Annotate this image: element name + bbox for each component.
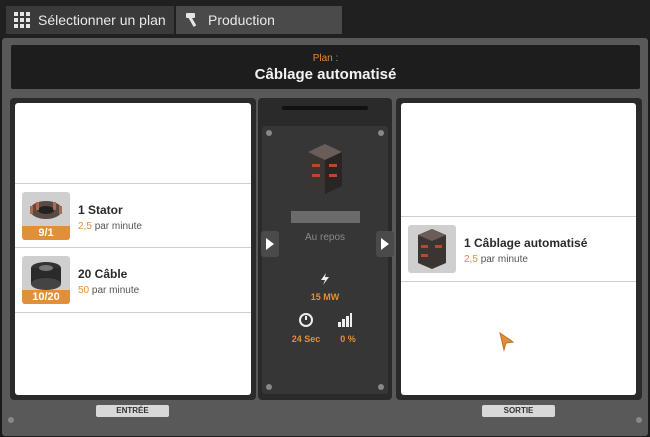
power-icon: [320, 272, 330, 285]
tab-bar: Sélectionner un plan Production: [0, 0, 650, 38]
tab-label: Sélectionner un plan: [38, 12, 166, 28]
output-label: SORTIE: [482, 405, 555, 417]
tab-production[interactable]: Production: [176, 6, 342, 34]
output-rate: 2,5 par minute: [464, 254, 528, 265]
output-item[interactable]: 1 Câblage automatisé 2,5 par minute: [401, 216, 636, 282]
clock-icon: [299, 313, 313, 327]
inventory-badge: 9/1: [22, 226, 70, 240]
power-value: 15 MW: [310, 292, 340, 302]
tab-select-plan[interactable]: Sélectionner un plan: [6, 6, 174, 34]
input-name: 20 Câble: [78, 267, 128, 281]
output-panel: 1 Câblage automatisé 2,5 par minute: [401, 103, 636, 395]
automated-wiring-icon: [408, 225, 456, 273]
inventory-badge: 10/20: [22, 290, 70, 304]
stator-icon: 9/1: [22, 192, 70, 240]
screw: [378, 130, 384, 136]
divider: [282, 106, 368, 110]
input-label: ENTRÉE: [96, 405, 169, 417]
plan-label: Plan :: [312, 53, 339, 64]
hammer-icon: [184, 12, 200, 28]
plan-header: Plan : Câblage automatisé: [11, 45, 640, 89]
input-arrow-icon: [261, 231, 279, 257]
screw: [266, 130, 272, 136]
machine-product-icon: [300, 140, 350, 198]
tab-label: Production: [208, 12, 275, 28]
screw: [378, 384, 384, 390]
cycle-time: 24 Sec: [291, 334, 321, 344]
input-item[interactable]: 10/20 20 Câble 50 par minute: [15, 247, 251, 313]
screw: [8, 417, 14, 423]
input-name: 1 Stator: [78, 203, 123, 217]
plan-title: Câblage automatisé: [254, 66, 397, 83]
input-rate: 2,5 par minute: [78, 221, 142, 232]
machine-status: Au repos: [304, 232, 346, 243]
productivity-icon: [338, 313, 352, 327]
machine-panel: Au repos 15 MW 24 Sec 0 %: [262, 126, 388, 394]
productivity-value: 0 %: [340, 334, 356, 344]
input-item[interactable]: 9/1 1 Stator 2,5 par minute: [15, 183, 251, 248]
grid-icon: [14, 12, 30, 28]
input-rate: 50 par minute: [78, 285, 140, 296]
progress-bar: [291, 211, 360, 223]
output-arrow-icon: [376, 231, 394, 257]
screw: [636, 417, 642, 423]
screw: [266, 384, 272, 390]
output-name: 1 Câblage automatisé: [464, 236, 588, 250]
input-panel: 9/1 1 Stator 2,5 par minute 10/20 20 Câb…: [15, 103, 251, 395]
cursor-icon: [499, 331, 515, 352]
cable-icon: 10/20: [22, 256, 70, 304]
